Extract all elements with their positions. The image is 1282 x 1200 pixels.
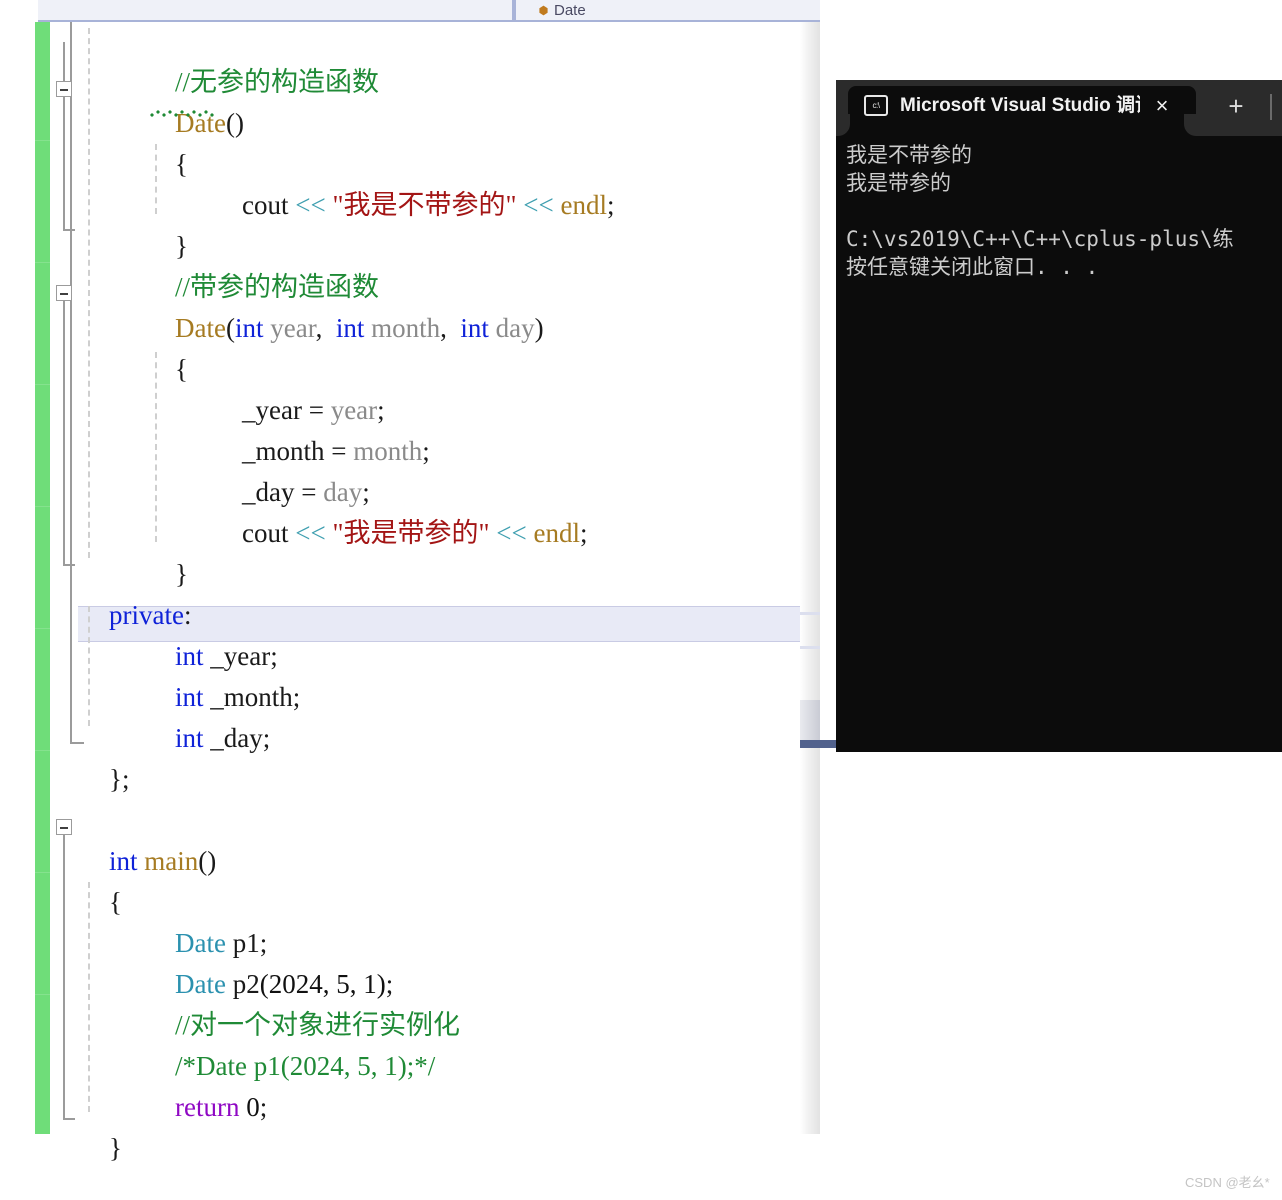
code-line[interactable]: } (82, 1108, 122, 1172)
token-keyword-int: int (335, 313, 365, 343)
token-keyword-int: int (234, 313, 264, 343)
token-shift: << (523, 190, 554, 220)
token-string: "我是不带参的" (332, 190, 517, 220)
outline-spine-ctor-default (63, 42, 65, 81)
token-cout: cout (242, 518, 289, 548)
token-semicolon: ; (259, 1092, 268, 1122)
token-parens: () (225, 108, 244, 138)
token-semicolon: ; (422, 436, 430, 466)
console-output-line: C:\vs2019\C++\C++\cplus-plus\练 (846, 227, 1234, 251)
token-brace-close: } (109, 1133, 122, 1163)
breadcrumb-member-label: Date (554, 2, 586, 19)
outline-spine-ctor-default-lower (63, 97, 65, 231)
console-output-line: 我是带参的 (846, 171, 951, 195)
code-line[interactable]: { (148, 329, 188, 410)
scrollbar-change-mark (800, 612, 820, 615)
collapse-toggle-ctor-default[interactable] (56, 81, 72, 97)
console-tab-title: Microsoft Visual Studio 调试控 (900, 95, 1140, 116)
csdn-watermark: CSDN @老幺* (1185, 1175, 1270, 1190)
token-param-day: day (495, 313, 535, 343)
outline-spine-main (63, 835, 65, 1120)
token-keyword-int: int (460, 313, 489, 343)
code-line[interactable]: { (82, 862, 122, 943)
breadcrumb-member-dropdown[interactable]: Date (538, 2, 586, 19)
tab-corner-right (1182, 114, 1198, 136)
scrollbar-change-mark (800, 646, 820, 649)
token-shift: << (295, 190, 326, 220)
token-semicolon: ; (606, 190, 615, 220)
console-output-area[interactable]: 我是不带参的 我是带参的 C:\vs2019\C++\C++\cplus-plu… (836, 136, 1282, 752)
token-brace-open: { (109, 887, 122, 917)
token-brace-open: { (175, 149, 188, 179)
token-brace-open: { (175, 354, 188, 384)
change-bar-segment (35, 506, 50, 507)
close-icon[interactable]: × (1148, 92, 1176, 120)
token-param-month: month (371, 313, 441, 343)
token-class-end: }; (109, 764, 130, 794)
code-line[interactable]: Date(int year, int month, int day) (148, 288, 544, 369)
code-line[interactable]: cout << "我是带参的" << endl; (215, 493, 588, 574)
token-shift: << (496, 518, 527, 548)
tab-bar-separator (1270, 94, 1272, 120)
token-endl: endl (560, 190, 607, 220)
outline-end-ctor-param (63, 564, 75, 566)
token-keyword-return: return (175, 1092, 240, 1122)
console-output-line: 我是不带参的 (846, 143, 972, 167)
token-param-year: year (270, 313, 316, 343)
change-bar-segment (35, 262, 50, 263)
token-semicolon: ; (262, 723, 271, 753)
change-bar-segment (35, 750, 50, 751)
change-bar-segment (35, 872, 50, 873)
code-line[interactable]: int _day; (148, 698, 270, 779)
token-semicolon: ; (292, 682, 301, 712)
token-main-name: main (144, 846, 199, 876)
console-window[interactable]: c:\ Microsoft Visual Studio 调试控 × + 我是不带… (836, 80, 1282, 752)
indent-guide (88, 28, 90, 558)
code-editor[interactable]: //无参的构造函数 Date() { cout << "我是不带参的" << e… (0, 22, 820, 1172)
editor-breadcrumb-bar[interactable]: Date (38, 0, 820, 22)
vertical-scrollbar-thumb[interactable] (800, 700, 820, 740)
console-output-line: 按任意键关闭此窗口. . . (846, 255, 1099, 279)
collapse-toggle-main[interactable] (56, 819, 72, 835)
outline-end-main (63, 1118, 75, 1120)
change-bar-segment (35, 994, 50, 995)
token-string: "我是带参的" (332, 518, 490, 548)
change-bar-segment (35, 140, 50, 141)
token-keyword-int: int (175, 723, 204, 753)
new-tab-icon[interactable]: + (1222, 91, 1250, 121)
code-line[interactable]: return 0; (148, 1067, 267, 1148)
code-line[interactable]: cout << "我是不带参的" << endl; (215, 165, 615, 246)
error-squiggle (149, 110, 215, 117)
horizontal-scrollbar-thumb[interactable] (800, 740, 836, 748)
token-member-day: _day (210, 723, 263, 753)
token-number-zero: 0 (246, 1092, 260, 1122)
tab-corner-left (836, 114, 850, 136)
outline-end-ctor-default (63, 229, 75, 231)
outline-spine-class (70, 22, 72, 744)
outline-spine-ctor-param (63, 301, 65, 566)
change-bar-segment (35, 628, 50, 629)
vertical-scrollbar[interactable] (800, 22, 820, 1134)
cmd-prompt-icon: c:\ (864, 95, 888, 116)
method-icon (539, 5, 548, 16)
token-cout: cout (242, 190, 289, 220)
code-line[interactable]: }; (82, 739, 129, 820)
token-shift: << (295, 518, 326, 548)
breadcrumb-separator (512, 0, 516, 20)
console-title-bar[interactable]: c:\ Microsoft Visual Studio 调试控 × + (836, 80, 1282, 136)
change-indicator-bar (35, 22, 50, 1134)
code-line[interactable]: { (148, 124, 188, 205)
collapse-toggle-ctor-param[interactable] (56, 285, 72, 301)
token-endl: endl (533, 518, 580, 548)
token-semicolon: ; (579, 518, 588, 548)
change-bar-segment (35, 384, 50, 385)
